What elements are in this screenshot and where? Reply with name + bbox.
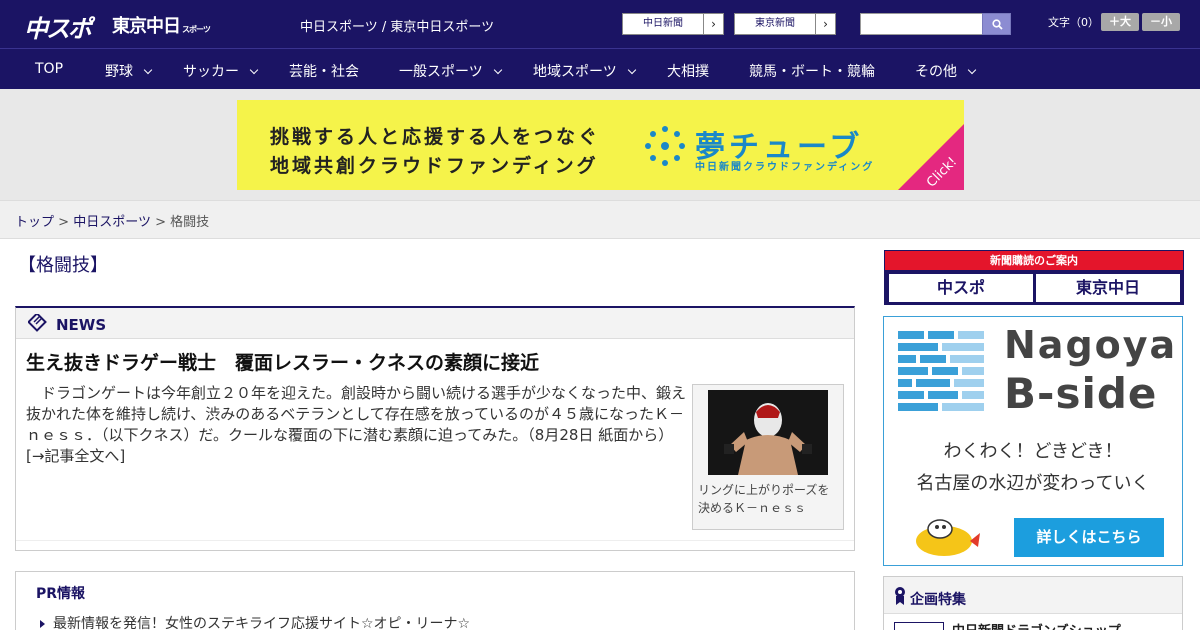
tokyo-chunichi-logo-small: スポーツ (182, 25, 211, 34)
nav-soccer[interactable]: サッカー (183, 61, 259, 81)
dot-circle-icon (645, 126, 685, 166)
bside-title-line2: B-side (1004, 369, 1158, 418)
subscribe-tokyo-chunichi-button[interactable]: 東京中日 (1036, 274, 1180, 302)
feature-header: 企画特集 (910, 592, 966, 608)
nav-label: 地域スポーツ (533, 64, 617, 80)
chunichi-shimbun-button[interactable]: 中日新聞 › (622, 13, 724, 35)
nav-other[interactable]: その他 (915, 61, 977, 81)
article-body: ドラゴンゲートは今年創立２０年を迎えた。創設時から闘い続ける選手が少なくなった中… (26, 384, 687, 444)
banner-line1: 挑戦する人と応援する人をつなぐ (270, 126, 601, 148)
nav-label: 競馬・ボート・競輪 (749, 64, 875, 80)
feature-item-label: 中日新聞ドラゴンズショップ (952, 620, 1121, 630)
font-size-label: 文字（0） (1048, 16, 1099, 29)
search-button[interactable] (982, 13, 1011, 35)
chunichi-shimbun-label: 中日新聞 (643, 18, 683, 29)
subscribe-chuspo-button[interactable]: 中スポ (889, 274, 1033, 302)
nav-entertainment[interactable]: 芸能・社会 (289, 61, 359, 81)
breadcrumb-separator: > (58, 215, 70, 230)
feature-item[interactable]: 中日新聞ドラゴンズショップ (884, 613, 1182, 630)
breadcrumb-section[interactable]: 中日スポーツ (73, 215, 151, 230)
chevron-down-icon (249, 65, 259, 75)
subscription-box: 新聞購読のご案内 中スポ 東京中日 (884, 250, 1184, 305)
nav-label: 大相撲 (667, 64, 709, 80)
chevron-right-icon: › (703, 14, 723, 34)
chevron-down-icon (143, 65, 153, 75)
nav-label: 野球 (105, 64, 133, 80)
search-icon (992, 19, 1003, 30)
breadcrumb: トップ > 中日スポーツ > 格闘技 (0, 200, 1200, 239)
nav-label: 芸能・社会 (289, 64, 359, 80)
nav-baseball[interactable]: 野球 (105, 61, 153, 81)
nagoya-bside-ad[interactable]: Nagoya B-side わくわく！どきどき！ 名古屋の水辺が変わっていく 詳… (883, 316, 1183, 566)
nav-sumo[interactable]: 大相撲 (667, 61, 709, 81)
banner-line2: 地域共創クラウドファンディング (270, 155, 599, 177)
pr-header: PR情報 (36, 586, 86, 602)
nav-general-sports[interactable]: 一般スポーツ (399, 61, 502, 81)
bside-copy2: 名古屋の水辺が変わっていく (916, 473, 1150, 494)
tokyo-shimbun-button[interactable]: 東京新聞 › (734, 13, 836, 35)
breadcrumb-separator: > (155, 215, 166, 230)
photo-caption: リングに上がりポーズを決めるＫ－ｎｅｓｓ (698, 483, 830, 515)
read-more-link[interactable]: [→記事全文へ] (26, 447, 125, 465)
chevron-right-icon: › (815, 14, 835, 34)
tokyo-shimbun-label: 東京新聞 (755, 18, 795, 29)
nav-top[interactable]: TOP (35, 61, 63, 77)
subscription-header: 新聞購読のご案内 (885, 251, 1183, 270)
brick-grid-icon (898, 331, 984, 411)
site-links[interactable]: 中日スポーツ / 東京中日スポーツ (300, 16, 494, 35)
page-title: 【格闘技】 (18, 255, 108, 276)
bside-title-line1: Nagoya (1004, 323, 1178, 367)
breadcrumb-current: 格闘技 (170, 215, 210, 230)
top-header: 中スポ 東京中日 スポーツ 中日スポーツ / 東京中日スポーツ 中日新聞 › 東京新… (0, 0, 1200, 48)
shrimp-mascot-icon (916, 519, 980, 556)
article-summary: ドラゴンゲートは今年創立２０年を迎えた。創設時から闘い続ける選手が少なくなった中… (26, 383, 686, 467)
ribbon-icon (895, 587, 905, 605)
main-nav: TOP 野球 サッカー 芸能・社会 一般スポーツ 地域スポーツ 大相撲 競馬・ボ… (0, 48, 1200, 89)
nav-label: TOP (35, 61, 64, 77)
tokyo-chunichi-logo[interactable]: 東京中日 スポーツ (112, 12, 211, 38)
feature-thumbnail (894, 622, 944, 630)
breadcrumb-home[interactable]: トップ (15, 215, 54, 230)
article-photo-box: リングに上がりポーズを決めるＫ－ｎｅｓｓ (692, 384, 844, 530)
chuspo-logo[interactable]: 中スポ (24, 9, 92, 44)
chevron-down-icon (627, 65, 636, 75)
ad-zone: 挑戦する人と応援する人をつなぐ 地域共創クラウドファンディング 夢チューブ 中日… (0, 89, 1200, 200)
feature-box: 企画特集 中日新聞ドラゴンズショップ (883, 576, 1183, 630)
news-header-label: NEWS (56, 316, 107, 334)
nav-racing[interactable]: 競馬・ボート・競輪 (749, 61, 875, 81)
banner-sub: 中日新聞クラウドファンディング (695, 162, 875, 173)
news-footer-divider (16, 540, 854, 550)
pr-box: PR情報 最新情報を発信！女性のステキライフ応援サイト☆オピ・リーナ☆ (15, 571, 855, 630)
news-box: NEWS 生え抜きドラゲー戦士 覆面レスラー・クネスの素顔に接近 ドラゴンゲート… (15, 306, 855, 551)
crowdfunding-banner[interactable]: 挑戦する人と応援する人をつなぐ 地域共創クラウドファンディング 夢チューブ 中日… (237, 100, 964, 190)
bside-copy1: わくわく！どきどき！ (943, 441, 1123, 462)
search-input[interactable] (860, 13, 983, 35)
bside-details-button[interactable]: 詳しくはこちら (1014, 518, 1164, 557)
font-bigger-button[interactable]: ＋大 (1101, 13, 1139, 31)
chevron-down-icon (967, 65, 977, 75)
nav-label: その他 (915, 64, 957, 80)
chevron-down-icon (493, 65, 502, 75)
wrestler-photo[interactable] (708, 390, 828, 475)
nav-local-sports[interactable]: 地域スポーツ (533, 61, 636, 81)
pr-item[interactable]: 最新情報を発信！女性のステキライフ応援サイト☆オピ・リーナ☆ (40, 613, 470, 630)
tokyo-chunichi-logo-text: 東京中日 (112, 16, 181, 37)
news-header: NEWS (16, 308, 854, 339)
nav-label: 一般スポーツ (399, 64, 483, 80)
font-smaller-button[interactable]: －小 (1142, 13, 1180, 31)
wrestler-image (708, 390, 828, 475)
newspaper-icon (28, 314, 47, 332)
article-title[interactable]: 生え抜きドラゲー戦士 覆面レスラー・クネスの素顔に接近 (26, 348, 539, 375)
nav-label: サッカー (183, 64, 239, 80)
